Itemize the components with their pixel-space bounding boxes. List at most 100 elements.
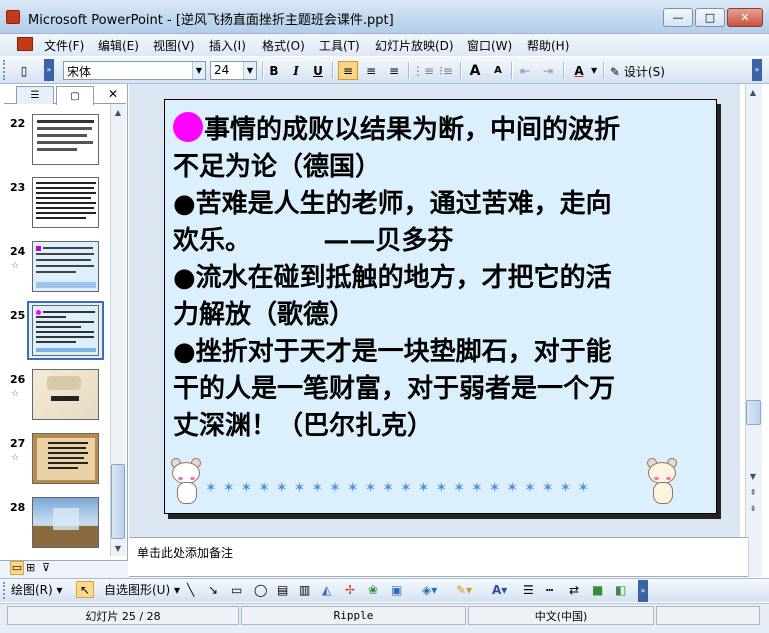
tab-slides[interactable]: ▢: [56, 86, 94, 105]
bold-button[interactable]: B: [264, 61, 284, 80]
line-icon[interactable]: ╲: [187, 581, 194, 598]
previous-slide-icon[interactable]: ⇞: [745, 484, 761, 500]
toolbar-options-icon[interactable]: »: [638, 580, 648, 602]
slide-thumbnail-22[interactable]: [32, 114, 99, 165]
autoshapes-menu-button[interactable]: 自选图形(U) ▾: [104, 581, 180, 598]
chevron-down-icon[interactable]: ▼: [243, 62, 256, 79]
chevron-down-icon[interactable]: ▼: [591, 66, 597, 75]
document-icon[interactable]: [17, 37, 33, 51]
decrease-indent-icon[interactable]: ⇤: [515, 61, 535, 80]
scroll-up-icon[interactable]: ▲: [110, 104, 126, 120]
slide-thumbnail-25[interactable]: [32, 305, 99, 356]
align-center-icon[interactable]: ≡: [361, 61, 381, 80]
notes-placeholder[interactable]: 单击此处添加备注: [137, 544, 233, 561]
slide-text-line[interactable]: 欢乐。 ——贝多芬: [173, 223, 453, 260]
wordart-icon[interactable]: ◭: [322, 581, 331, 598]
scroll-down-icon[interactable]: ▼: [110, 540, 126, 556]
toolbar-separator: [511, 62, 512, 79]
menu-view[interactable]: 视图(V): [153, 37, 195, 54]
status-language: 中文(中国): [468, 606, 654, 625]
normal-view-icon[interactable]: ▭: [10, 561, 24, 575]
arrow-icon[interactable]: ↘: [208, 581, 218, 598]
toolbar-options-icon[interactable]: »: [752, 59, 762, 81]
font-name-combo[interactable]: 宋体 ▼: [63, 61, 206, 80]
align-right-icon[interactable]: ≡: [384, 61, 404, 80]
textbox-icon[interactable]: ▤: [277, 581, 288, 598]
scroll-thumb[interactable]: [746, 400, 761, 425]
thumbnail-number: 27: [10, 437, 26, 450]
current-slide[interactable]: 事情的成败以结果为断，中间的波折 不足为论（德国） ●苦难是人生的老师，通过苦难…: [164, 99, 717, 514]
status-slide-number: 幻灯片 25 / 28: [7, 606, 239, 625]
line-color-icon[interactable]: ✎▾: [456, 581, 472, 598]
font-color-icon[interactable]: A▾: [492, 581, 507, 598]
menu-insert[interactable]: 插入(I): [209, 37, 246, 54]
slide-text-line[interactable]: ●流水在碰到抵触的地方，才把它的活: [173, 260, 612, 297]
font-color-button[interactable]: A: [569, 61, 589, 80]
slide-thumbnail-28[interactable]: [32, 497, 99, 548]
clipart-icon[interactable]: ❀: [368, 581, 378, 598]
close-pane-icon[interactable]: ✕: [108, 87, 118, 101]
arrow-style-icon[interactable]: ⇄: [569, 581, 579, 598]
numbering-icon[interactable]: ⋮≡: [412, 61, 434, 80]
slide-text-line[interactable]: ●挫折对于天才是一块垫脚石，对于能: [173, 334, 612, 371]
slide-thumbnail-27[interactable]: [32, 433, 99, 484]
scroll-down-icon[interactable]: ▼: [745, 468, 761, 484]
shadow-style-icon[interactable]: ■: [592, 581, 603, 598]
magenta-bullet-icon: [173, 112, 203, 142]
rectangle-icon[interactable]: ▭: [231, 581, 242, 598]
next-slide-icon[interactable]: ⇟: [745, 500, 761, 516]
grow-font-button[interactable]: A: [465, 61, 485, 80]
maximize-button[interactable]: □: [695, 8, 725, 27]
shrink-font-button[interactable]: A: [488, 61, 508, 80]
new-document-icon[interactable]: ▯: [14, 61, 34, 80]
slide-text-line[interactable]: 干的人是一笔财富，对于弱者是一个万: [173, 371, 615, 408]
scroll-up-icon[interactable]: ▲: [745, 84, 761, 100]
menu-tools[interactable]: 工具(T): [319, 37, 360, 54]
scroll-thumb[interactable]: [111, 464, 125, 539]
oval-icon[interactable]: ◯: [254, 581, 267, 598]
italic-button[interactable]: I: [286, 61, 306, 80]
toolbar-grip[interactable]: [3, 582, 7, 599]
menu-file[interactable]: 文件(F): [44, 37, 84, 54]
design-button[interactable]: ✎ 设计(S): [610, 63, 665, 80]
tab-outline[interactable]: ☰: [16, 86, 54, 104]
thumbnail-number: 26: [10, 373, 26, 386]
menu-format[interactable]: 格式(O): [262, 37, 305, 54]
slide-text-line[interactable]: 力解放（歌德）: [173, 297, 355, 334]
powerpoint-app-icon[interactable]: [6, 10, 20, 24]
slide-thumbnail-24[interactable]: [32, 241, 99, 292]
underline-button[interactable]: U: [308, 61, 328, 80]
draw-menu-button[interactable]: 绘图(R) ▾: [11, 581, 63, 598]
toolbar-grip[interactable]: [3, 60, 7, 80]
toolbar-options-icon[interactable]: »: [44, 59, 54, 81]
slide-text-line[interactable]: ●苦难是人生的老师，通过苦难，走向: [173, 186, 612, 223]
menu-window[interactable]: 窗口(W): [467, 37, 512, 54]
bullets-icon[interactable]: ⁝≡: [436, 61, 456, 80]
menu-slideshow[interactable]: 幻灯片放映(D): [375, 37, 454, 54]
slide-icon: ▢: [70, 90, 80, 102]
diagram-icon[interactable]: ✢: [345, 581, 355, 598]
chevron-down-icon[interactable]: ▼: [192, 62, 205, 79]
slide-thumbnail-23[interactable]: [32, 177, 99, 228]
menu-help[interactable]: 帮助(H): [527, 37, 569, 54]
slide-sorter-icon[interactable]: ⊞: [26, 561, 35, 574]
minimize-button[interactable]: —: [663, 8, 693, 27]
3d-style-icon[interactable]: ◧: [615, 581, 626, 598]
slide-thumbnail-26[interactable]: [32, 369, 99, 420]
line-style-icon[interactable]: ☰: [523, 581, 534, 598]
font-size-combo[interactable]: 24 ▼: [210, 61, 257, 80]
picture-icon[interactable]: ▣: [391, 581, 402, 598]
notes-scrollbar[interactable]: [748, 537, 762, 577]
close-button[interactable]: ✕: [727, 8, 763, 27]
dash-style-icon[interactable]: ┅: [546, 581, 553, 598]
slide-text-line[interactable]: 不足为论（德国）: [173, 149, 381, 186]
slide-text-line[interactable]: 事情的成败以结果为断，中间的波折: [173, 112, 620, 149]
align-left-icon[interactable]: ≡: [338, 61, 358, 80]
vertical-textbox-icon[interactable]: ▥: [299, 581, 310, 598]
slide-text-line[interactable]: 丈深渊！（巴尔扎克）: [173, 408, 433, 445]
increase-indent-icon[interactable]: ⇥: [538, 61, 558, 80]
menu-edit[interactable]: 编辑(E): [98, 37, 139, 54]
fill-color-icon[interactable]: ◈▾: [422, 581, 437, 598]
select-pointer-icon[interactable]: ↖: [76, 581, 94, 598]
slideshow-view-icon[interactable]: ⊽: [42, 561, 50, 574]
